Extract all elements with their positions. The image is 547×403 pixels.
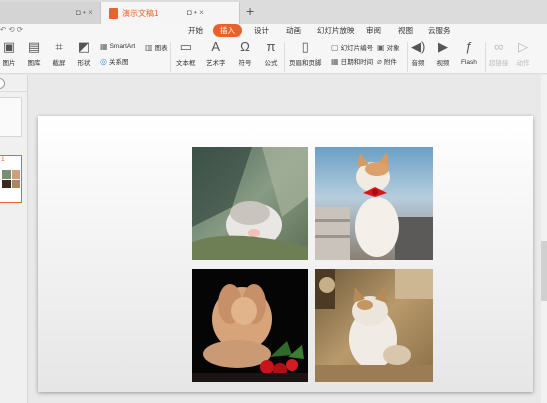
screenshot-icon: ⌗ xyxy=(55,39,63,54)
hyperlink-button[interactable]: ∞ 超链接 xyxy=(489,39,509,68)
menu-insert[interactable]: 插入 xyxy=(213,24,242,37)
chart-icon: ▥ xyxy=(145,42,153,52)
picture-icon: ▣ xyxy=(2,39,16,54)
presentation-doc-icon xyxy=(109,7,118,19)
library-icon: ▤ xyxy=(27,39,41,54)
omega-icon: Ω xyxy=(240,39,250,54)
tab-title: 演示文稿1 xyxy=(122,8,159,18)
slide-number-icon: ▢ xyxy=(331,42,339,52)
slide-number: 1 xyxy=(1,156,5,163)
picture-button[interactable]: ▣ 图片 xyxy=(2,39,16,68)
slide-canvas xyxy=(29,75,547,403)
menu-view[interactable]: 视图 xyxy=(398,25,413,36)
vertical-scrollbar[interactable] xyxy=(541,75,547,403)
smartart-icon: ▦ xyxy=(100,42,108,51)
smartart-button[interactable]: ▦ SmartArt xyxy=(100,42,135,51)
relation-icon: ◎ xyxy=(100,56,107,66)
separator xyxy=(170,42,171,72)
menu-cloud[interactable]: 云服务 xyxy=(428,25,451,36)
play-icon: ▷ xyxy=(518,39,528,54)
slide-panel-header xyxy=(0,75,28,92)
object-button[interactable]: ▣ 对象 xyxy=(377,42,400,53)
separator xyxy=(485,42,486,72)
shape-icon: ◩ xyxy=(77,39,91,54)
relation-button[interactable]: ◎ 关系图 xyxy=(100,56,128,67)
photo-poodle-roses[interactable] xyxy=(192,269,308,382)
wordart-button[interactable]: A 艺术字 xyxy=(206,39,226,68)
speaker-icon: ◀) xyxy=(411,39,426,54)
menu-animation[interactable]: 动画 xyxy=(286,25,301,36)
slide-number-button[interactable]: ▢ 幻灯片编号 xyxy=(331,42,373,53)
tab-controls[interactable]: ◘ • × xyxy=(187,8,204,17)
ribbon: 开始 插入 设计 动画 幻灯片放映 审阅 视图 云服务 ↶ ⟲ ⟳ ▣ 图片 ▤… xyxy=(0,24,547,74)
shape-button[interactable]: ◩ 形状 xyxy=(77,39,91,68)
flash-button[interactable]: ƒ Flash xyxy=(461,39,477,67)
slide[interactable] xyxy=(38,116,533,392)
new-tab-button[interactable]: + xyxy=(246,3,254,19)
tab-controls[interactable]: ◘ • × xyxy=(76,8,93,17)
video-icon: ▶ xyxy=(438,39,448,54)
header-footer-icon: ▯ xyxy=(301,39,309,54)
chart-button[interactable]: ▥ 图表 xyxy=(145,42,168,53)
menu-home[interactable]: 开始 xyxy=(188,25,203,36)
audio-button[interactable]: ◀) 音频 xyxy=(411,39,426,68)
wordart-icon: A xyxy=(211,39,221,54)
photo-kitten-couch[interactable] xyxy=(315,269,433,382)
photo-poodle-roses-image xyxy=(192,269,308,382)
paperclip-icon: ⌀ xyxy=(377,56,382,66)
menu-review[interactable]: 审阅 xyxy=(366,25,381,36)
ribbon-menu: 开始 插入 设计 动画 幻灯片放映 审阅 视图 云服务 ↶ ⟲ ⟳ xyxy=(0,24,547,37)
textbox-icon: ▭ xyxy=(179,39,192,54)
screenshot-button[interactable]: ⌗ 截屏 xyxy=(52,39,66,68)
tab-active-document[interactable]: 演示文稿1 ◘ • × xyxy=(100,2,240,24)
action-button[interactable]: ▷ 动作 xyxy=(516,39,530,68)
ribbon-tools: ▣ 图片 ▤ 图库 ⌗ 截屏 ◩ 形状 ▦ SmartArt ▥ 图表 ◎ 关系… xyxy=(0,40,547,74)
scrollbar-thumb[interactable] xyxy=(541,241,547,301)
library-button[interactable]: ▤ 图库 xyxy=(27,39,41,68)
datetime-button[interactable]: ▦ 日期和时间 xyxy=(331,56,373,67)
photo-cat-grass-image xyxy=(192,147,308,260)
video-button[interactable]: ▶ 视频 xyxy=(436,39,450,68)
textbox-button[interactable]: ▭ 文本框 xyxy=(176,39,196,68)
attachment-button[interactable]: ⌀ 附件 xyxy=(377,56,397,67)
photo-cat-grass[interactable] xyxy=(192,147,308,260)
outline-box[interactable] xyxy=(0,97,22,137)
photo-kitten-couch-image xyxy=(315,269,433,382)
slide-panel: 1 xyxy=(0,75,28,403)
symbol-button[interactable]: Ω 符号 xyxy=(238,39,252,68)
undo-icon[interactable]: ↶ ⟲ ⟳ xyxy=(0,25,23,34)
menu-slideshow[interactable]: 幻灯片放映 xyxy=(317,25,355,36)
photo-cat-red-bow[interactable] xyxy=(315,147,433,260)
photo-cat-red-bow-image xyxy=(315,147,433,260)
object-icon: ▣ xyxy=(377,42,385,52)
slide-thumbnail-preview xyxy=(2,170,20,188)
tab-previous-document[interactable]: ◘ • × xyxy=(0,2,100,24)
tab-bar: ◘ • × 演示文稿1 ◘ • × + xyxy=(0,0,547,24)
separator xyxy=(407,42,408,72)
panel-toggle-icon[interactable] xyxy=(0,78,5,89)
header-footer-button[interactable]: ▯ 页眉和页脚 xyxy=(289,39,322,68)
formula-button[interactable]: π 公式 xyxy=(264,39,278,68)
separator xyxy=(284,42,285,72)
menu-design[interactable]: 设计 xyxy=(254,25,269,36)
flash-icon: ƒ xyxy=(465,39,473,54)
pi-icon: π xyxy=(266,39,276,54)
slide-thumbnail[interactable]: 1 xyxy=(0,155,22,203)
calendar-icon: ▦ xyxy=(331,56,339,66)
link-icon: ∞ xyxy=(494,39,504,54)
